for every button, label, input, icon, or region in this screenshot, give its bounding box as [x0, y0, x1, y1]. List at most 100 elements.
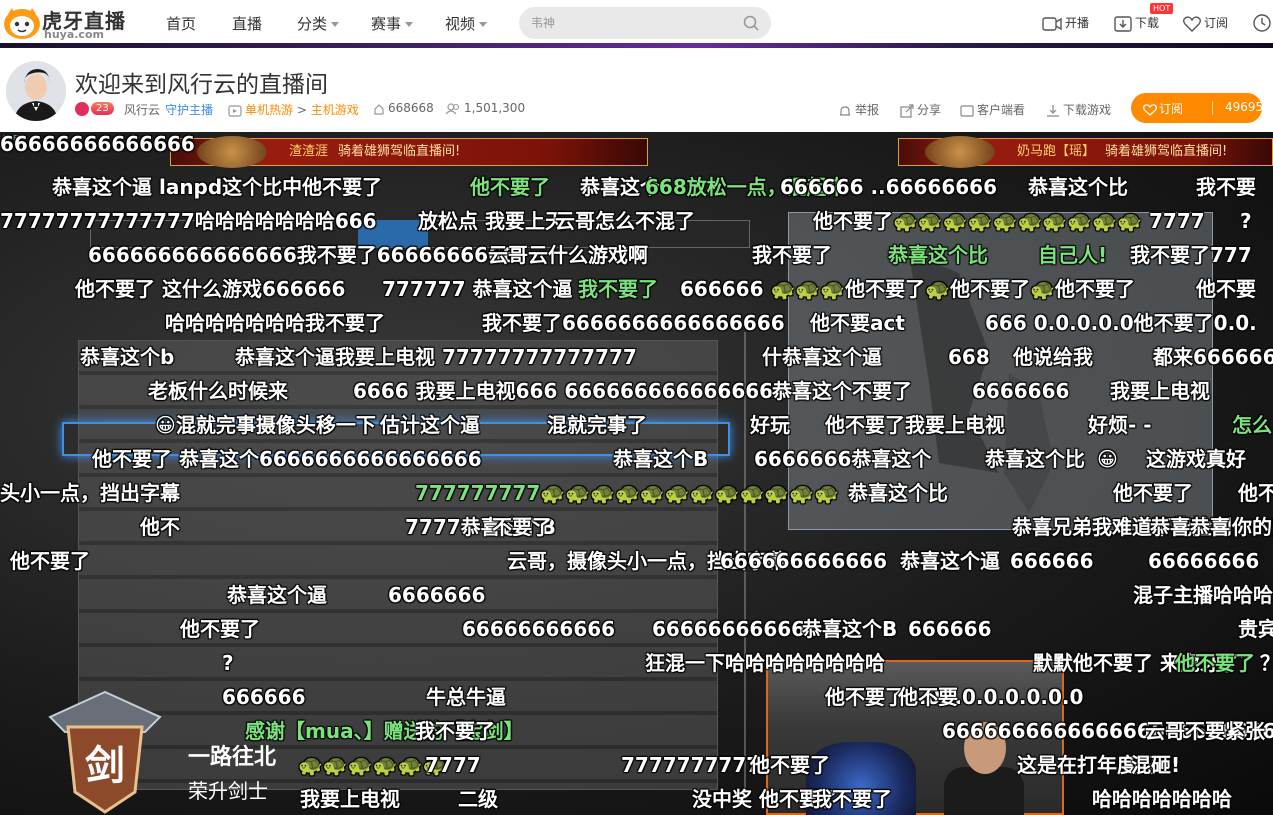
danmaku-comment: 恭喜这个B [802, 617, 898, 641]
danmaku-comment: 恭喜这个逼 lanpd这个比中他不要了 [52, 175, 383, 199]
lion-icon [197, 136, 267, 168]
room-id-value: 668668 [388, 101, 434, 115]
search-icon[interactable] [743, 15, 759, 31]
search-input[interactable] [531, 13, 731, 33]
game-tab-active [358, 220, 428, 248]
monitor-icon [960, 104, 974, 117]
share-button[interactable]: 分享 [900, 101, 941, 118]
webcam-person-face [964, 722, 1006, 774]
nav-category[interactable]: 分类 [297, 13, 340, 34]
share-icon [900, 103, 914, 118]
webcam-person-body [944, 767, 1024, 815]
nav-live[interactable]: 直播 [232, 13, 262, 34]
danmaku-comment: 贵宾7000现在怎么6000了 [1238, 617, 1273, 641]
danmaku-comment: 他不要了 [1175, 651, 1255, 675]
chevron-down-icon [479, 22, 488, 27]
danmaku-comment: 怎么 [1232, 413, 1272, 437]
guard-link[interactable]: 守护主播 [165, 101, 213, 118]
entry-banner-1: 渣渣涯 骑着雄狮驾临直播间! [170, 136, 648, 168]
chevron-down-icon [331, 22, 340, 27]
danmaku-comment: 混砸! [1131, 753, 1181, 777]
tiger-logo-icon [4, 8, 40, 39]
subscribe-count: 49695 [1225, 100, 1264, 114]
rank-up-notice: 剑 一路往北 荣升剑士 [40, 687, 276, 815]
room-id: 668668 [373, 101, 434, 115]
breadcrumb-separator: > [296, 103, 307, 117]
heart-plus-icon [1142, 103, 1158, 116]
danmaku-comment: 666666 ..66666666 [780, 175, 997, 199]
subscribe-button[interactable]: 订阅 49695 [1131, 93, 1264, 123]
nav-events-label: 赛事 [371, 15, 402, 33]
rank-emblem-char: 剑 [85, 743, 125, 789]
viewer-count: 1,501,300 [445, 101, 525, 115]
nav-events[interactable]: 赛事 [371, 13, 414, 34]
danmaku-comment: 恭喜这个比 [1028, 175, 1128, 199]
streamer-name[interactable]: 风行云 [124, 101, 160, 118]
fan-badge-icon [75, 101, 89, 116]
hot-badge: HOT [1150, 3, 1174, 14]
banner-text: 骑着雄狮驾临直播间! [338, 144, 461, 159]
download-button[interactable]: 下载 [1114, 14, 1159, 33]
nav-category-label: 分类 [297, 15, 328, 33]
level-badge: 23 [91, 102, 114, 115]
viewers-icon [445, 102, 460, 114]
download-game-label: 下载游戏 [1063, 103, 1112, 117]
video-player[interactable]: 60 FPS 渣渣涯 骑着雄狮驾临直播间! 奶马跑【瑶】 骑着雄狮驾临直播间! 剑 … [0, 132, 1273, 815]
broadcast-button[interactable]: 开播 [1042, 14, 1089, 33]
heart-icon [1183, 15, 1201, 32]
webcam-background [806, 742, 916, 815]
search-box [519, 7, 771, 39]
streamer-level: 23 [75, 101, 118, 116]
category-breadcrumb: 单机热游 > 主机游戏 [228, 101, 359, 118]
nav-video[interactable]: 视频 [445, 13, 488, 34]
category-link[interactable]: 主机游戏 [311, 103, 359, 117]
subscribe-nav-label: 订阅 [1204, 16, 1229, 30]
danmaku-comment: 668放松一点，混起来 [645, 175, 847, 199]
viewer-count-value: 1,501,300 [464, 101, 526, 115]
danmaku-comment: 好玩 [750, 413, 790, 437]
share-label: 分享 [917, 103, 942, 117]
subscribe-nav-button[interactable]: 订阅 [1183, 14, 1228, 32]
game-divider [744, 332, 746, 802]
broadcast-label: 开播 [1065, 16, 1090, 30]
clock-icon [1253, 14, 1271, 32]
danmaku-comment: 66666666666666 [0, 132, 195, 156]
download-icon [1047, 104, 1059, 117]
danmaku-comment: ? [1240, 209, 1252, 233]
rank-user-name: 一路往北 [188, 745, 277, 770]
danmaku-comment: 666666 [1010, 549, 1094, 573]
room-title: 欢迎来到风行云的直播间 [75, 72, 328, 98]
entry-banner-2: 奶马跑【瑶】 骑着雄狮驾临直播间! [898, 136, 1273, 168]
download-label: 下载 [1135, 16, 1160, 30]
client-watch-button[interactable]: 客户端看 [960, 101, 1025, 118]
subscribe-text: 订阅 [1159, 102, 1184, 116]
game-selected-row [62, 422, 730, 456]
avatar-image [6, 61, 66, 121]
camera-icon [1042, 16, 1062, 31]
nav-home-label: 首页 [166, 15, 197, 33]
nav-video-label: 视频 [445, 15, 476, 33]
banner-user-name: 奶马跑【瑶】 [1017, 144, 1096, 159]
download-game-button[interactable]: 下载游戏 [1046, 101, 1111, 118]
danmaku-comment: 哈哈哈哈哈哈哈 [1092, 787, 1232, 811]
streamer-avatar[interactable] [6, 61, 66, 121]
danmaku-comment: 66666666 [1148, 549, 1260, 573]
danmaku-comment: 哈哈哈哈哈哈哈我不要了 [165, 311, 385, 335]
danmaku-comment: 云哥不要紧张 [1145, 719, 1265, 743]
danmaku-comment: 他不要了 [1238, 481, 1273, 505]
category-parent-link[interactable]: 单机热游 [245, 103, 293, 117]
history-button[interactable] [1252, 14, 1273, 32]
top-nav: 虎牙直播 huya.com 首页 直播 分类 赛事 视频 开播 下载 HOT 订… [0, 0, 1273, 48]
banner-user-name: 渣渣涯 [289, 144, 329, 159]
nav-live-label: 直播 [232, 15, 263, 33]
danmaku-comment: 我要上电视 [300, 787, 400, 811]
report-button[interactable]: 举报 [838, 101, 879, 118]
danmaku-comment: 666666 [908, 617, 992, 641]
streamer-webcam [766, 660, 1064, 815]
nav-home[interactable]: 首页 [166, 13, 196, 34]
subscribe-label: 订阅 [1142, 100, 1184, 117]
huya-logo[interactable]: 虎牙直播 huya.com [2, 4, 126, 42]
logo-subtext: huya.com [44, 28, 104, 41]
report-label: 举报 [855, 103, 880, 117]
game-preview-panel [788, 212, 1213, 530]
